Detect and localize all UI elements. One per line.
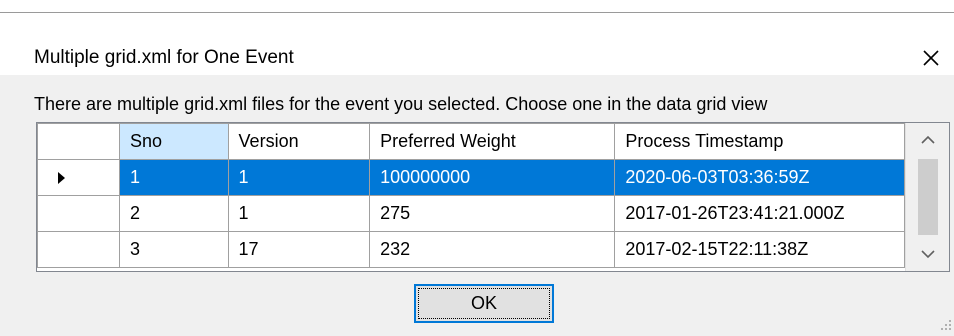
cell-sno[interactable]: 1 xyxy=(119,159,229,196)
cell-sno[interactable]: 3 xyxy=(119,231,229,268)
window-top-strip xyxy=(0,0,954,13)
row-header[interactable] xyxy=(37,195,120,232)
column-header-version[interactable]: Version xyxy=(227,123,371,160)
cell-process-timestamp[interactable]: 2017-02-15T22:11:38Z xyxy=(614,231,905,268)
close-icon[interactable] xyxy=(908,35,954,81)
chevron-up-icon[interactable] xyxy=(906,123,949,157)
cell-sno[interactable]: 2 xyxy=(119,195,229,232)
scrollbar-thumb[interactable] xyxy=(918,159,938,235)
instruction-text: There are multiple grid.xml files for th… xyxy=(34,94,768,114)
table-row[interactable]: 3 17 232 2017-02-15T22:11:38Z xyxy=(37,231,905,268)
data-grid[interactable]: Sno Version Preferred Weight Process Tim… xyxy=(36,122,950,272)
cell-process-timestamp[interactable]: 2017-01-26T23:41:21.000Z xyxy=(614,195,905,232)
cell-process-timestamp[interactable]: 2020-06-03T03:36:59Z xyxy=(614,159,905,196)
focus-rectangle xyxy=(418,288,550,319)
table-row[interactable]: 1 1 100000000 2020-06-03T03:36:59Z xyxy=(37,159,905,196)
ok-button[interactable]: OK xyxy=(414,284,554,323)
chevron-down-icon[interactable] xyxy=(906,237,949,271)
title-bar[interactable]: Multiple grid.xml for One Event xyxy=(0,13,954,75)
row-header[interactable] xyxy=(37,231,120,268)
cell-version[interactable]: 17 xyxy=(227,231,371,268)
resize-grip-icon[interactable] xyxy=(938,317,952,331)
grid-corner-header[interactable] xyxy=(37,123,120,160)
cell-version[interactable]: 1 xyxy=(227,195,371,232)
cell-preferred-weight[interactable]: 275 xyxy=(369,195,616,232)
dialog-title: Multiple grid.xml for One Event xyxy=(34,47,294,68)
cell-preferred-weight[interactable]: 232 xyxy=(369,231,616,268)
row-header[interactable] xyxy=(37,159,120,196)
triangle-right-icon xyxy=(39,161,119,195)
column-header-process-timestamp[interactable]: Process Timestamp xyxy=(614,123,905,160)
column-header-preferred-weight[interactable]: Preferred Weight xyxy=(369,123,616,160)
column-header-sno[interactable]: Sno xyxy=(119,123,229,160)
grid-table: Sno Version Preferred Weight Process Tim… xyxy=(37,123,905,268)
vertical-scrollbar[interactable] xyxy=(905,123,949,271)
cell-version[interactable]: 1 xyxy=(227,159,371,196)
cell-preferred-weight[interactable]: 100000000 xyxy=(369,159,616,196)
table-row[interactable]: 2 1 275 2017-01-26T23:41:21.000Z xyxy=(37,195,905,232)
